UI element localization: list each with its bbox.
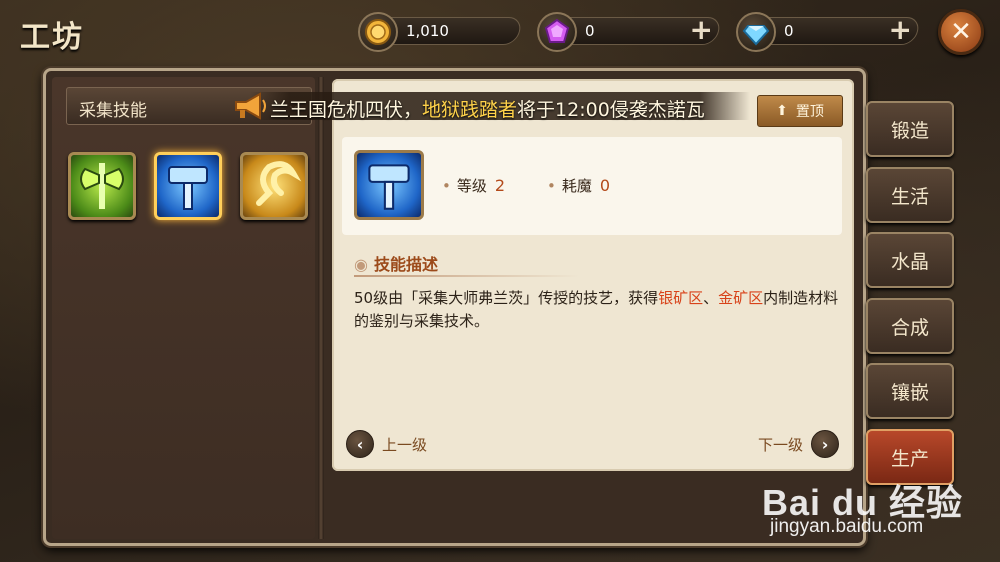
chevron-right-icon: ›	[811, 430, 840, 458]
chevron-left-icon: ‹	[346, 430, 374, 458]
workshop-panel: 采集技能 ⌄ •等级2 •耗魔0 ◉技能描述 50级由「采集大师弗兰茨」传	[43, 68, 866, 546]
close-button[interactable]: ✕	[938, 9, 984, 55]
tab-inlay[interactable]: 镶嵌	[866, 363, 954, 419]
tab-life[interactable]: 生活	[866, 167, 954, 223]
skill-list-panel: 采集技能 ⌄	[52, 77, 315, 539]
gold-coin-icon	[358, 12, 398, 52]
green-axe-icon	[80, 163, 124, 209]
prev-level-button[interactable]: ‹ 上一级	[346, 429, 427, 459]
cost-label: 耗魔	[561, 177, 592, 195]
blue-hammer-icon	[368, 164, 410, 210]
skill-axe[interactable]	[68, 152, 136, 220]
blue-hammer-icon	[168, 166, 208, 210]
gold-resource: 1,010	[358, 12, 523, 52]
gold-sickle-icon	[256, 161, 302, 206]
skill-detail-card: • 等级 2 • 耗魔 0 ◉ 技能描述 50级由「采集大师弗兰茨」传授的技艺，获得银矿区…	[332, 79, 854, 471]
baidu-watermark-url: jingyan.baidu.com	[770, 516, 924, 537]
tab-synthesis[interactable]: 合成	[866, 298, 954, 354]
dropdown-label: 采集技能	[79, 101, 147, 121]
gold-value: 1,010	[406, 22, 449, 40]
skill-description: 50级由「采集大师弗兰茨」传授的技艺，获得银矿区、金矿区内制造材料的鉴别与采集技…	[354, 289, 839, 330]
level-stat: • 等级 2	[442, 176, 506, 195]
cost-stat: • 耗魔 0	[547, 176, 611, 195]
next-level-button[interactable]: 下一级 ›	[758, 429, 840, 459]
add-diamond-button[interactable]: +	[889, 16, 912, 44]
skill-hammer[interactable]	[154, 152, 222, 220]
diamond-icon	[736, 12, 776, 52]
selected-skill-icon	[354, 150, 424, 220]
prev-level-label: 上一级	[382, 435, 428, 454]
page-title: 工坊	[20, 20, 84, 55]
add-gem-button[interactable]: +	[690, 16, 713, 44]
close-icon: ✕	[950, 17, 972, 47]
skill-info-row: • 等级 2 • 耗魔 0	[342, 137, 842, 235]
tab-forge[interactable]: 锻造	[866, 101, 954, 157]
diamond-resource: 0 +	[736, 12, 921, 52]
silver-mine-link: 银矿区	[658, 289, 704, 307]
megaphone-icon	[230, 90, 270, 122]
pin-top-label: 置顶	[795, 104, 824, 120]
arrow-up-icon: ⬆	[776, 103, 788, 119]
gem-resource: 0 +	[537, 12, 722, 52]
level-value: 2	[494, 176, 506, 195]
diamond-value: 0	[784, 22, 794, 40]
notice-text: 兰王国危机四伏，地狱践踏者将于12:00侵袭杰諾瓦	[270, 99, 705, 121]
skill-sickle[interactable]	[240, 152, 308, 220]
level-label: 等级	[456, 177, 487, 195]
description-heading: ◉ 技能描述	[354, 255, 438, 274]
next-level-label: 下一级	[758, 435, 804, 454]
tab-crystal[interactable]: 水晶	[866, 232, 954, 288]
gem-value: 0	[585, 22, 595, 40]
pin-top-button[interactable]: ⬆ 置顶	[757, 95, 843, 127]
broadcast-notice: 兰王国危机四伏，地狱践踏者将于12:00侵袭杰諾瓦	[250, 92, 750, 121]
cost-value: 0	[599, 176, 611, 195]
purple-gem-icon	[537, 12, 577, 52]
gold-mine-link: 金矿区	[718, 289, 764, 307]
